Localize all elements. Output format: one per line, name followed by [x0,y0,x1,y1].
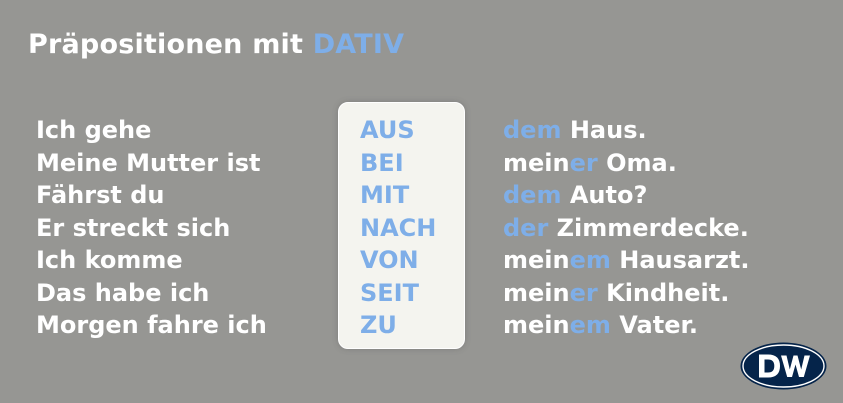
sentence-start: Meine Mutter ist [36,148,261,177]
sentence-end: meiner Oma. [503,147,750,180]
preposition-list: AUS BEI MIT NACH VON SEIT ZU [360,114,436,342]
end-prefix: mein [503,278,570,307]
sentence-start: Er streckt sich [36,213,231,242]
sentence-start: Ich gehe [36,116,152,144]
title-prefix: Präpositionen mit [28,29,313,60]
end-rest: Kindheit. [597,278,730,307]
dative-ending: er [569,278,598,307]
dative-ending: der [503,213,549,242]
sentence-end: meiner Kindheit. [503,277,750,310]
preposition: MIT [360,181,410,209]
sentence-ends: dem Haus. meiner Oma. dem Auto? der Zimm… [503,114,750,342]
preposition: VON [360,246,419,274]
preposition: ZU [360,311,397,339]
dative-ending: dem [503,116,562,144]
sentence-end: der Zimmerdecke. [503,212,750,245]
sentence-end: dem Auto? [503,179,750,212]
dative-ending: em [569,311,611,339]
title-highlight: DATIV [312,29,405,60]
end-prefix: mein [503,311,570,339]
end-prefix: mein [503,148,570,177]
preposition: NACH [360,213,437,242]
sentence-end: meinem Hausarzt. [503,244,750,277]
end-rest: Auto? [561,181,648,209]
sentence-end: dem Haus. [503,114,750,147]
dw-logo-icon [740,342,827,390]
page-title: Präpositionen mit DATIV [28,28,404,62]
end-rest: Haus. [561,116,647,144]
sentence-start: Das habe ich [36,278,210,307]
preposition: BEI [360,148,404,177]
preposition: AUS [360,116,415,144]
end-rest: Hausarzt. [610,246,750,274]
sentence-start: Ich komme [36,246,183,274]
end-rest: Zimmerdecke. [548,213,749,242]
end-rest: Vater. [610,311,698,339]
sentence-end: meinem Vater. [503,309,750,342]
sentence-start: Morgen fahre ich [36,311,267,339]
preposition: SEIT [360,278,419,307]
sentence-start: Fährst du [36,181,165,209]
end-prefix: mein [503,246,570,274]
end-rest: Oma. [597,148,677,177]
dative-ending: em [569,246,611,274]
sentence-starts: Ich gehe Meine Mutter ist Fährst du Er s… [36,114,267,342]
dative-ending: dem [503,181,562,209]
dative-ending: er [569,148,598,177]
